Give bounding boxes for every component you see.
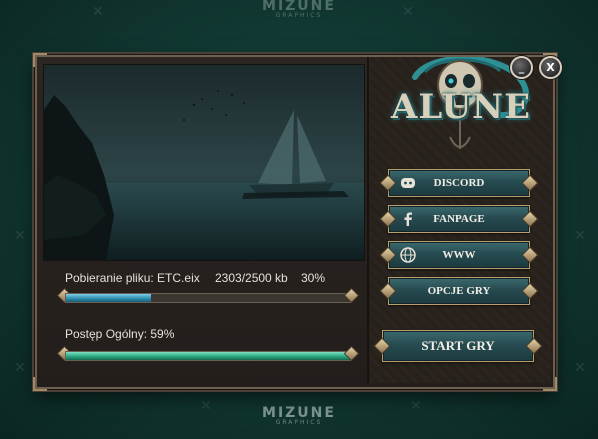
launcher-menu: ALUNE DISCORD FANPAGE WWW OPCJE GRY STAR… xyxy=(370,57,551,383)
artwork-panel xyxy=(43,64,365,261)
www-label: WWW xyxy=(442,249,476,261)
minimize-icon: _ xyxy=(518,61,525,74)
watermark-bottom: MIZUNE GRAPHICS xyxy=(0,405,598,426)
discord-label: DISCORD xyxy=(433,177,485,189)
progress-track xyxy=(65,293,351,303)
start-game-label: START GRY xyxy=(421,338,495,353)
www-button[interactable]: WWW xyxy=(388,241,530,269)
start-game-button[interactable]: START GRY xyxy=(382,330,534,362)
watermark-top: MIZUNE GRAPHICS xyxy=(0,0,598,19)
decor-x-mark: ✕ xyxy=(14,228,26,244)
logo-title: ALUNE xyxy=(390,87,532,127)
launcher-window: Pobieranie pliku: ETC.eix 2303/2500 kb 3… xyxy=(33,53,557,391)
progress-track xyxy=(65,351,351,361)
decor-x-mark: ✕ xyxy=(574,228,586,244)
decor-x-mark: ✕ xyxy=(14,360,26,376)
decor-x-mark: ✕ xyxy=(574,360,586,376)
fanpage-label: FANPAGE xyxy=(433,213,485,225)
download-progress-bar xyxy=(56,287,360,305)
overall-progress-label: Postęp Ogólny: 59% xyxy=(65,327,175,341)
facebook-icon xyxy=(404,212,412,226)
discord-button[interactable]: DISCORD xyxy=(388,169,530,197)
progress-fill xyxy=(66,352,350,360)
overall-progress-bar xyxy=(56,345,360,363)
discord-icon xyxy=(401,178,415,188)
globe-icon xyxy=(400,247,416,263)
close-button[interactable]: X xyxy=(539,56,562,79)
close-icon: X xyxy=(546,61,555,74)
panel-divider xyxy=(367,57,369,383)
ship-scene-image xyxy=(44,65,364,260)
download-file-label: Pobieranie pliku: ETC.eix xyxy=(65,271,200,285)
minimize-button[interactable]: _ xyxy=(510,56,533,79)
watermark-sub: GRAPHICS xyxy=(275,419,323,426)
fanpage-button[interactable]: FANPAGE xyxy=(388,205,530,233)
progress-fill xyxy=(66,294,152,302)
frame-corner xyxy=(33,377,47,391)
options-button[interactable]: OPCJE GRY xyxy=(388,277,530,305)
watermark-sub: GRAPHICS xyxy=(275,12,323,19)
download-percent-text: 30% xyxy=(301,271,326,285)
download-size-text: 2303/2500 kb xyxy=(215,271,288,285)
options-label: OPCJE GRY xyxy=(427,285,491,297)
